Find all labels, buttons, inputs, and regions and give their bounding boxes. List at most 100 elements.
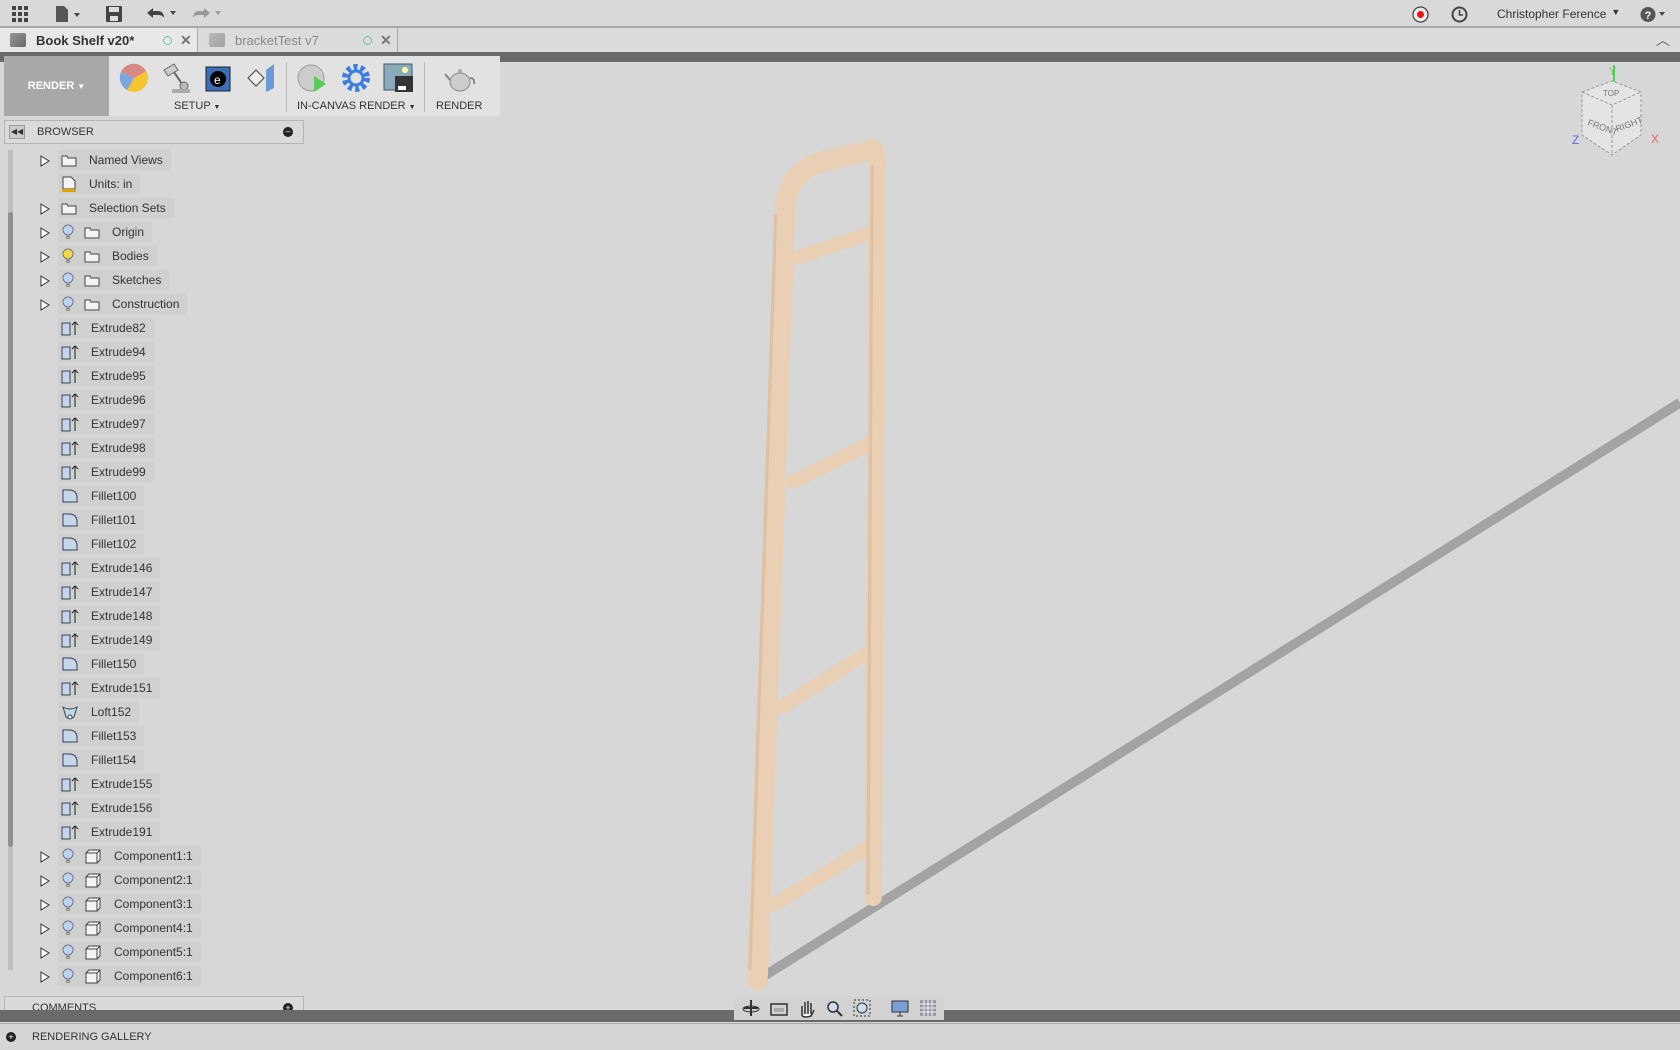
browser-item-construction[interactable]: Construction [58, 294, 188, 314]
help-icon[interactable]: ? [1640, 6, 1670, 23]
pan-hand-icon[interactable] [796, 998, 818, 1018]
in-canvas-render-icon[interactable] [296, 62, 328, 94]
extrude-icon [58, 630, 91, 650]
scene-settings-lamp-icon[interactable] [160, 62, 192, 94]
view-cube[interactable]: Y TOP FRONT RIGHT X Z [1565, 60, 1670, 160]
browser-scrollbar-thumb[interactable] [8, 212, 13, 847]
workspace-switcher[interactable]: RENDER ▼ [4, 56, 109, 116]
expand-triangle-icon[interactable] [40, 922, 50, 935]
browser-item-fillet101[interactable]: Fillet101 [58, 510, 145, 530]
zoom-window-icon[interactable] [852, 998, 874, 1018]
browser-item-extrude98[interactable]: Extrude98 [58, 438, 154, 458]
canvas-viewport[interactable] [0, 62, 1680, 1010]
look-at-icon[interactable] [768, 998, 790, 1018]
browser-item-component6-1[interactable]: Component6:1 [58, 966, 201, 986]
expand-gallery-icon[interactable]: + [6, 1032, 16, 1042]
browser-item-named-views[interactable]: Named Views [58, 150, 171, 170]
texture-map-icon[interactable] [246, 62, 278, 94]
browser-item-bodies[interactable]: Bodies [58, 246, 157, 266]
collapse-panel-icon[interactable]: ◀◀ [9, 125, 25, 139]
browser-item-label: Loft152 [91, 702, 140, 722]
expand-triangle-icon[interactable] [40, 226, 50, 239]
browser-item-extrude151[interactable]: Extrude151 [58, 678, 161, 698]
visibility-bulb-icon[interactable] [58, 222, 78, 242]
browser-item-extrude155[interactable]: Extrude155 [58, 774, 161, 794]
browser-item-extrude96[interactable]: Extrude96 [58, 390, 154, 410]
browser-item-component2-1[interactable]: Component2:1 [58, 870, 201, 890]
expand-triangle-icon[interactable] [40, 274, 50, 287]
expand-triangle-icon[interactable] [40, 898, 50, 911]
expand-triangle-icon[interactable] [40, 298, 50, 311]
browser-item-fillet150[interactable]: Fillet150 [58, 654, 145, 674]
browser-item-component1-1[interactable]: Component1:1 [58, 846, 201, 866]
rendering-gallery-bar[interactable]: + RENDERING GALLERY [0, 1023, 1680, 1050]
redo-icon[interactable] [191, 6, 223, 22]
visibility-bulb-icon[interactable] [58, 966, 78, 986]
visibility-bulb-icon[interactable] [58, 294, 78, 314]
browser-item-extrude147[interactable]: Extrude147 [58, 582, 161, 602]
browser-item-selection-sets[interactable]: Selection Sets [58, 198, 174, 218]
browser-item-extrude95[interactable]: Extrude95 [58, 366, 154, 386]
browser-item-loft152[interactable]: Loft152 [58, 702, 140, 722]
browser-item-extrude149[interactable]: Extrude149 [58, 630, 161, 650]
visibility-bulb-icon[interactable] [58, 270, 78, 290]
render-teapot-icon[interactable] [444, 62, 476, 94]
browser-item-origin[interactable]: Origin [58, 222, 153, 242]
browser-item-component3-1[interactable]: Component3:1 [58, 894, 201, 914]
clock-icon[interactable] [1451, 6, 1468, 23]
browser-item-fillet154[interactable]: Fillet154 [58, 750, 145, 770]
close-icon[interactable]: ✕ [180, 32, 192, 49]
browser-item-sketches[interactable]: Sketches [58, 270, 170, 290]
expand-triangle-icon[interactable] [40, 250, 50, 263]
visibility-bulb-icon[interactable] [58, 246, 78, 266]
browser-item-extrude156[interactable]: Extrude156 [58, 798, 161, 818]
appearance-icon[interactable] [118, 62, 150, 94]
expand-triangle-icon[interactable] [40, 970, 50, 983]
visibility-bulb-icon[interactable] [58, 870, 78, 890]
app-grid-icon[interactable] [12, 6, 29, 23]
setup-menu[interactable]: SETUP ▼ [174, 100, 220, 112]
visibility-bulb-icon[interactable] [58, 942, 78, 962]
minimize-icon[interactable]: – [283, 127, 293, 137]
user-menu[interactable]: Christopher Ference ▼ [1497, 7, 1620, 21]
orbit-icon[interactable] [740, 998, 762, 1018]
browser-item-extrude97[interactable]: Extrude97 [58, 414, 154, 434]
grid-settings-icon[interactable] [918, 998, 940, 1018]
cube-face-top[interactable]: TOP [1603, 89, 1619, 98]
visibility-bulb-icon[interactable] [58, 846, 78, 866]
browser-item-component4-1[interactable]: Component4:1 [58, 918, 201, 938]
browser-item-fillet100[interactable]: Fillet100 [58, 486, 145, 506]
expand-triangle-icon[interactable] [40, 202, 50, 215]
decal-icon[interactable]: e [203, 62, 235, 94]
expand-triangle-icon[interactable] [40, 850, 50, 863]
record-icon[interactable] [1412, 6, 1429, 23]
browser-item-fillet153[interactable]: Fillet153 [58, 726, 145, 746]
close-icon[interactable]: ✕ [380, 32, 392, 49]
browser-item-extrude99[interactable]: Extrude99 [58, 462, 154, 482]
render-menu[interactable]: RENDER [436, 100, 482, 112]
expand-triangle-icon[interactable] [40, 946, 50, 959]
browser-item-extrude94[interactable]: Extrude94 [58, 342, 154, 362]
expand-triangle-icon[interactable] [40, 154, 50, 167]
visibility-bulb-icon[interactable] [58, 918, 78, 938]
browser-item-extrude146[interactable]: Extrude146 [58, 558, 161, 578]
tab-book-shelf[interactable]: Book Shelf v20* ✕ [0, 28, 198, 52]
browser-item-component5-1[interactable]: Component5:1 [58, 942, 201, 962]
file-icon[interactable] [55, 5, 83, 23]
visibility-bulb-icon[interactable] [58, 894, 78, 914]
expand-triangle-icon[interactable] [40, 874, 50, 887]
capture-image-icon[interactable] [383, 62, 415, 94]
browser-item-fillet102[interactable]: Fillet102 [58, 534, 145, 554]
browser-item-extrude148[interactable]: Extrude148 [58, 606, 161, 626]
tab-bracket-test[interactable]: bracketTest v7 ✕ [199, 28, 398, 52]
in-canvas-render-menu[interactable]: IN-CANVAS RENDER ▼ [297, 100, 416, 112]
display-settings-icon[interactable] [890, 998, 912, 1018]
undo-icon[interactable] [146, 6, 178, 22]
browser-item-extrude191[interactable]: Extrude191 [58, 822, 161, 842]
collapse-chevron-up-icon[interactable]: ︿ [1656, 30, 1670, 50]
save-icon[interactable] [106, 6, 123, 23]
browser-item-extrude82[interactable]: Extrude82 [58, 318, 154, 338]
browser-item-units-in[interactable]: Units: in [58, 174, 141, 194]
render-settings-gear-icon[interactable] [340, 62, 372, 94]
zoom-icon[interactable] [824, 998, 846, 1018]
